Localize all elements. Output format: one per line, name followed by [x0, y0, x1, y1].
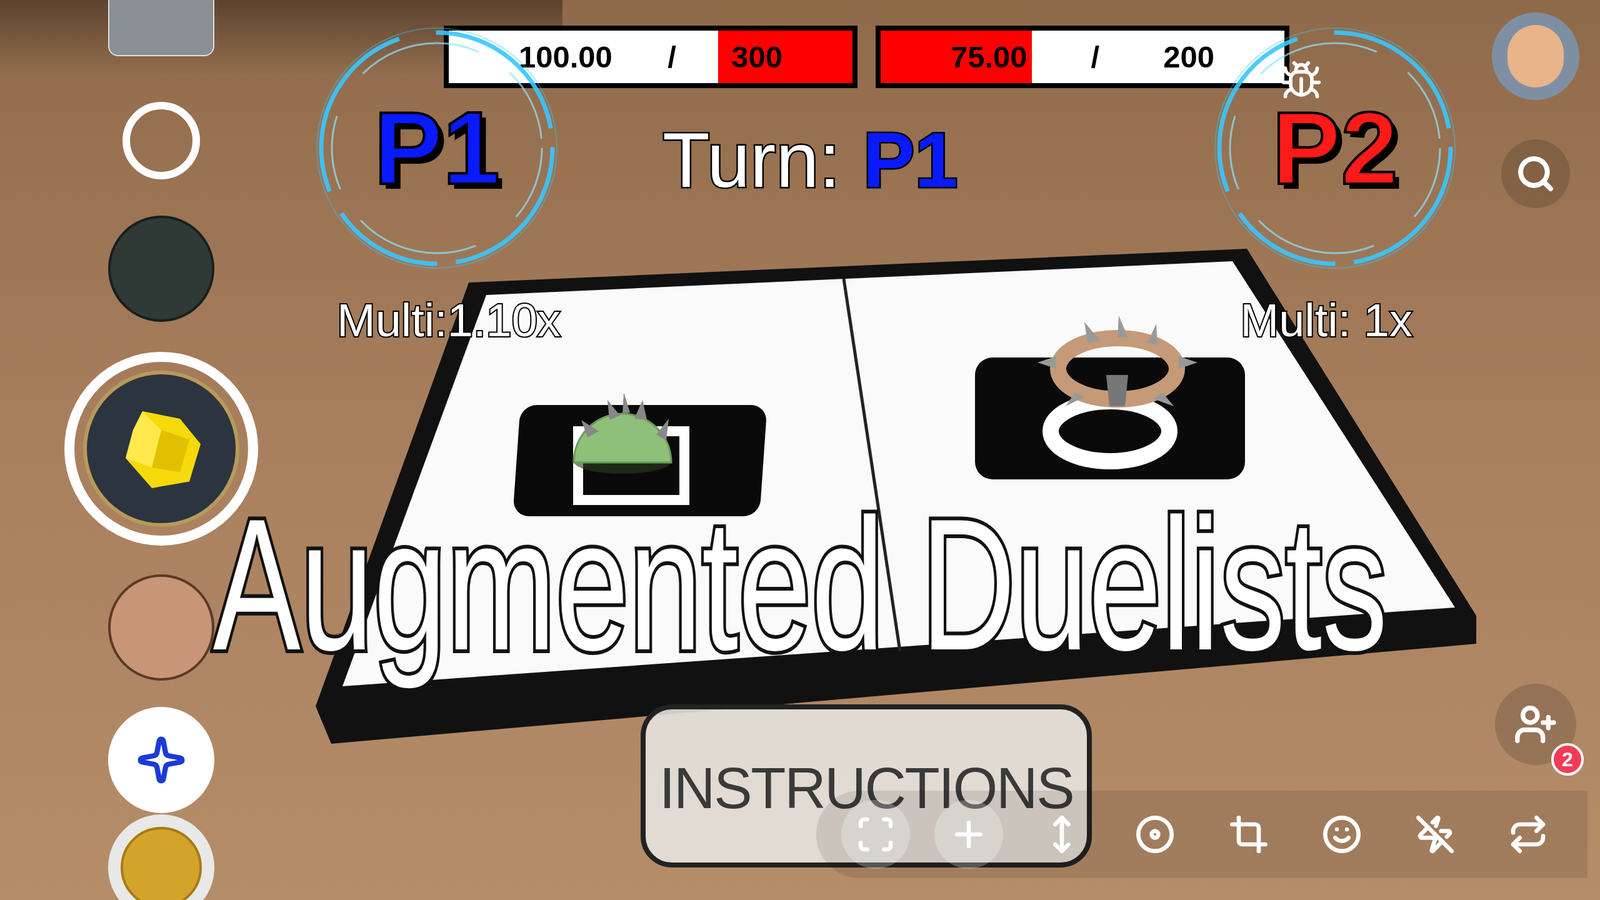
cube-lens-icon: [114, 401, 209, 496]
multiplier-label: Multi: 1x: [1240, 293, 1413, 347]
toolbar-button[interactable]: [1493, 800, 1563, 869]
turn-label: Turn:: [662, 115, 841, 205]
multiplier-label: Multi:1.10x: [336, 293, 561, 347]
coin-button[interactable]: [108, 814, 215, 900]
scan-icon: [855, 814, 896, 855]
health-max: 200: [1163, 41, 1215, 73]
toolbar-button[interactable]: [934, 800, 1004, 869]
toolbar-button[interactable]: [1400, 800, 1470, 869]
add-friends-button[interactable]: 2: [1495, 683, 1577, 765]
plus-icon: [948, 814, 989, 855]
player-badge: P2: [1210, 23, 1460, 274]
health-value: 75.00: [950, 41, 1028, 73]
search-button[interactable]: [1501, 139, 1570, 209]
toolbar-button[interactable]: [1027, 800, 1097, 869]
toolbar-button[interactable]: [841, 800, 910, 869]
health-bar: 75.00 / 200: [875, 25, 1290, 89]
search-icon: [1515, 153, 1556, 194]
sparkle-icon: [136, 735, 187, 785]
health-separator: /: [667, 41, 677, 73]
lens-screen: 100.00/30075.00/200P1P2Turn:P1Multi:1.10…: [0, 0, 1600, 900]
flash-off-icon: [1415, 814, 1455, 855]
sparkle-button[interactable]: [108, 706, 215, 814]
health-max: 300: [731, 41, 783, 73]
add-friend-icon: [1513, 702, 1558, 747]
preview-thumbnail[interactable]: [108, 0, 215, 57]
game-title: Augmented Duelists: [212, 481, 1387, 688]
crop-icon: [1228, 814, 1269, 855]
friend-avatar[interactable]: [108, 574, 215, 681]
health-value: 100.00: [518, 41, 613, 73]
swap-vertical-icon: [1041, 814, 1082, 855]
lens-thumbnail[interactable]: [108, 215, 215, 322]
profile-avatar[interactable]: [1491, 12, 1580, 100]
player-label: P1: [373, 96, 500, 200]
capture-button[interactable]: [122, 101, 200, 180]
flip-camera-icon: [1508, 814, 1549, 855]
toolbar-button[interactable]: [1120, 800, 1190, 869]
bug-icon: [1280, 59, 1323, 102]
turn-indicator: Turn:P1: [662, 115, 958, 205]
notification-badge: 2: [1551, 743, 1584, 776]
face-icon: [1321, 814, 1362, 855]
health-separator: /: [1091, 41, 1100, 73]
player-badge: P1: [311, 23, 562, 274]
disc-icon: [1135, 814, 1175, 855]
turn-player: P1: [863, 115, 959, 205]
lens-carousel: [64, 0, 259, 900]
player-label: P2: [1271, 96, 1399, 200]
toolbar-button[interactable]: [1214, 800, 1284, 869]
camera-toolbar: [816, 790, 1588, 879]
lens-button[interactable]: [64, 351, 259, 546]
toolbar-button[interactable]: [1307, 800, 1377, 869]
